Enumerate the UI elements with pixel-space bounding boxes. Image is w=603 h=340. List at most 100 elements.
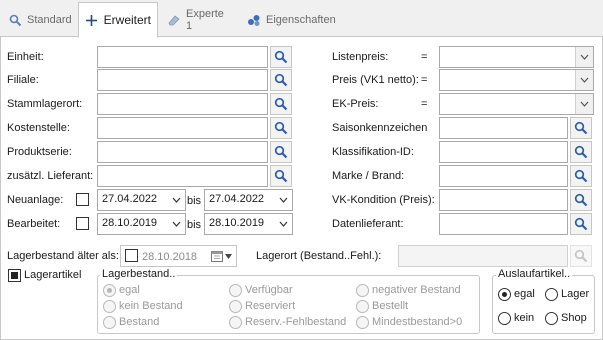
chevron-down-icon xyxy=(279,194,288,206)
operator-equals: = xyxy=(421,98,428,110)
date-value: 27.04.2022 xyxy=(209,193,265,205)
label-lagerbestand-aelter: Lagerbestand älter als: xyxy=(7,250,119,262)
ek-preis-select[interactable] xyxy=(439,93,594,115)
label-lagerort: Lagerort (Bestand..Fehl.): xyxy=(256,250,382,262)
radio-label: Reserv.-Fehlbestand xyxy=(245,316,347,328)
lagerartikel-checkbox[interactable] xyxy=(8,269,21,282)
radio-label: egal xyxy=(119,284,140,296)
lagerbestand-aelter-checkbox[interactable] xyxy=(125,249,138,262)
chevron-down-icon xyxy=(279,218,288,230)
properties-icon xyxy=(247,13,261,27)
eraser-icon xyxy=(167,13,181,27)
radio-label: negativer Bestand xyxy=(372,284,461,296)
label-saisonkennzeichen: Saisonkennzeichen xyxy=(332,122,428,134)
bearbeitet-checkbox[interactable] xyxy=(76,217,89,230)
chevron-down-icon xyxy=(172,194,181,206)
vk-kondition-field[interactable] xyxy=(439,189,568,211)
search-icon xyxy=(574,217,588,231)
search-icon xyxy=(9,13,22,27)
kostenstelle-field[interactable] xyxy=(97,117,268,139)
radio-label: egal xyxy=(514,288,535,300)
produktserie-search-button[interactable] xyxy=(270,141,292,163)
radio-lb-reserv-fehlbestand[interactable] xyxy=(229,316,242,329)
tab-label: Eigenschaften xyxy=(266,14,336,26)
radio-lb-verfuegbar[interactable] xyxy=(229,284,242,297)
neuanlage-from-date[interactable]: 27.04.2022 xyxy=(97,189,186,211)
radio-label: Mindestbestand>0 xyxy=(372,316,463,328)
lieferant-field[interactable] xyxy=(97,165,268,187)
radio-lb-mindestbestand[interactable] xyxy=(356,316,369,329)
lagerort-field[interactable] xyxy=(398,245,568,267)
tab-label: Experte 1 xyxy=(186,8,224,32)
tab-experte-1[interactable]: Experte 1 xyxy=(160,2,238,37)
radio-auslauf-egal[interactable] xyxy=(498,288,511,301)
label-lieferant: zusätzl. Lieferant: xyxy=(7,170,94,182)
date-value: 27.04.2022 xyxy=(102,193,158,205)
stammlagerort-search-button[interactable] xyxy=(270,93,292,115)
filiale-search-button[interactable] xyxy=(270,69,292,91)
listenpreis-select[interactable] xyxy=(439,46,594,68)
kostenstelle-search-button[interactable] xyxy=(270,117,292,139)
search-icon xyxy=(274,97,288,111)
einheit-field[interactable] xyxy=(97,46,268,68)
produktserie-field[interactable] xyxy=(97,141,268,163)
label-vk-kondition: VK-Kondition (Preis): xyxy=(332,194,435,206)
label-neuanlage: Neuanlage: xyxy=(7,194,64,206)
radio-lb-reserviert[interactable] xyxy=(229,300,242,313)
bearbeitet-from-date[interactable]: 28.10.2019 xyxy=(97,213,186,235)
operator-equals: = xyxy=(421,51,428,63)
saisonkennzeichen-search-button[interactable] xyxy=(570,117,592,139)
neuanlage-checkbox[interactable] xyxy=(76,193,89,206)
radio-label: Bestand xyxy=(119,316,160,328)
radio-label: Bestellt xyxy=(372,300,409,312)
label-datenlieferant: Datenlieferant: xyxy=(332,218,404,230)
tab-bar: Standard Erweitert Experte 1 Eigenschaft… xyxy=(0,0,603,38)
tab-eigenschaften[interactable]: Eigenschaften xyxy=(240,2,336,37)
operator-equals: = xyxy=(421,74,428,86)
radio-lb-egal[interactable] xyxy=(103,284,116,297)
stammlagerort-field[interactable] xyxy=(97,93,268,115)
tab-standard[interactable]: Standard xyxy=(2,2,76,37)
radio-label: kein Bestand xyxy=(119,300,183,312)
klassifikation-search-button[interactable] xyxy=(570,141,592,163)
bis-label: bis xyxy=(187,219,202,231)
label-produktserie: Produktserie: xyxy=(7,146,72,158)
vk-kondition-search-button[interactable] xyxy=(570,189,592,211)
label-stammlagerort: Stammlagerort: xyxy=(7,98,83,110)
radio-auslauf-kein[interactable] xyxy=(498,312,511,325)
datenlieferant-search-button[interactable] xyxy=(570,213,592,235)
label-bearbeitet: Bearbeitet: xyxy=(7,218,61,230)
tab-erweitert[interactable]: Erweitert xyxy=(78,2,158,38)
radio-lb-bestand[interactable] xyxy=(103,316,116,329)
radio-label: kein xyxy=(514,312,535,324)
lieferant-search-button[interactable] xyxy=(270,165,292,187)
lagerbestand-aelter-date[interactable]: 28.10.2018 xyxy=(120,245,237,267)
tab-label: Standard xyxy=(27,14,72,26)
label-klassifikation: Klassifikation-ID: xyxy=(332,146,414,158)
bearbeitet-to-date[interactable]: 28.10.2019 xyxy=(204,213,293,235)
search-icon xyxy=(574,193,588,207)
lagerort-search-button[interactable] xyxy=(570,245,592,267)
radio-lb-negativer-bestand[interactable] xyxy=(356,284,369,297)
auslauf-group-title: Auslaufartikel.. xyxy=(496,268,573,280)
radio-auslauf-lager[interactable] xyxy=(545,288,558,301)
filiale-field[interactable] xyxy=(97,69,268,91)
label-lagerartikel: Lagerartikel xyxy=(24,269,82,281)
radio-label: Reserviert xyxy=(245,300,296,312)
date-value: 28.10.2019 xyxy=(209,217,265,229)
einheit-search-button[interactable] xyxy=(270,46,292,68)
datenlieferant-field[interactable] xyxy=(439,213,568,235)
label-preis-vk1: Preis (VK1 netto): xyxy=(332,74,419,86)
search-icon xyxy=(274,73,288,87)
preis-vk1-select[interactable] xyxy=(439,69,594,91)
radio-lb-kein-bestand[interactable] xyxy=(103,300,116,313)
label-marke: Marke / Brand: xyxy=(332,170,405,182)
radio-label: Shop xyxy=(561,312,587,324)
neuanlage-to-date[interactable]: 27.04.2022 xyxy=(204,189,293,211)
marke-field[interactable] xyxy=(439,165,568,187)
klassifikation-field[interactable] xyxy=(439,141,568,163)
saisonkennzeichen-field[interactable] xyxy=(439,117,568,139)
radio-lb-bestellt[interactable] xyxy=(356,300,369,313)
radio-auslauf-shop[interactable] xyxy=(545,312,558,325)
marke-search-button[interactable] xyxy=(570,165,592,187)
